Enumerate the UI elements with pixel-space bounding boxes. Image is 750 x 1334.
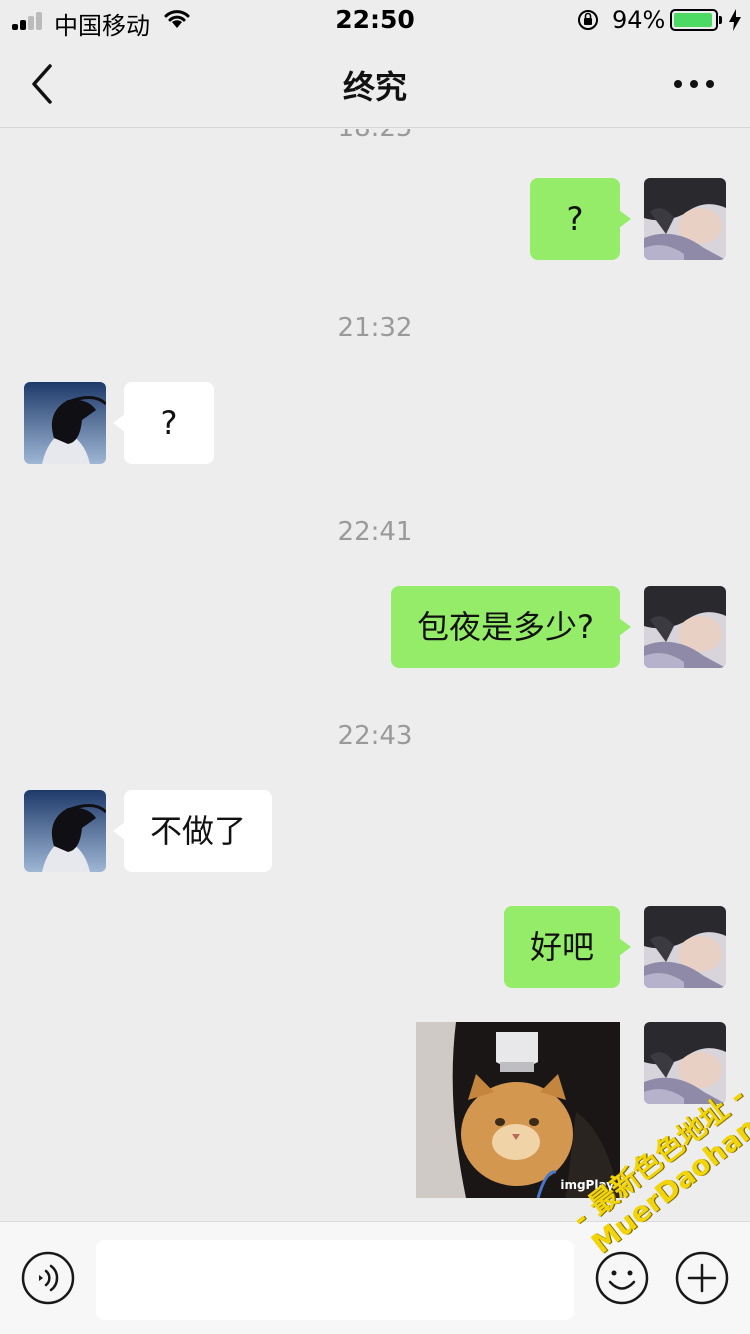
rotation-lock-icon: [578, 10, 598, 30]
my-avatar[interactable]: [644, 906, 726, 988]
imgplay-watermark: imgPlay: [560, 1178, 614, 1192]
input-bar: [0, 1221, 750, 1334]
my-avatar[interactable]: [644, 586, 726, 668]
timestamp: 21:32: [337, 313, 413, 343]
timestamp: 22:43: [337, 721, 413, 751]
charging-bolt-icon: [729, 9, 741, 31]
message-bubble-outgoing[interactable]: ?: [530, 178, 631, 260]
my-avatar[interactable]: [644, 178, 726, 260]
chat-screen: 中国移动 22:50 94% 终究 ? 21:32 ? 22:41 包夜是多少?…: [0, 0, 750, 1334]
voice-icon[interactable]: [21, 1251, 75, 1305]
battery-cap: [719, 16, 722, 24]
message-list[interactable]: 18:25 ? 21:32: [0, 129, 750, 1221]
chat-title: 终究: [342, 68, 407, 106]
nav-bar: 终究: [0, 40, 750, 128]
timestamp: 22:41: [337, 517, 413, 547]
battery-percent: 94%: [612, 6, 666, 34]
battery-icon: [670, 9, 718, 31]
status-bar: 中国移动 22:50 94%: [0, 0, 750, 40]
message-bubble-outgoing[interactable]: 包夜是多少?: [391, 586, 631, 668]
image-message-cat[interactable]: imgPlay: [416, 1022, 620, 1198]
message-input[interactable]: [96, 1240, 574, 1320]
plus-circle-icon[interactable]: [675, 1251, 729, 1305]
emoji-icon[interactable]: [595, 1251, 649, 1305]
message-bubble-incoming[interactable]: ?: [113, 382, 214, 464]
my-avatar[interactable]: [644, 1022, 726, 1104]
contact-avatar[interactable]: [24, 382, 106, 464]
timestamp-partial: 18:25: [0, 129, 750, 143]
message-bubble-outgoing[interactable]: 好吧: [503, 906, 632, 988]
battery-level-fill: [674, 13, 712, 27]
message-bubble-incoming[interactable]: 不做了: [112, 790, 273, 872]
more-options-icon[interactable]: [668, 70, 720, 98]
contact-avatar[interactable]: [24, 790, 106, 872]
